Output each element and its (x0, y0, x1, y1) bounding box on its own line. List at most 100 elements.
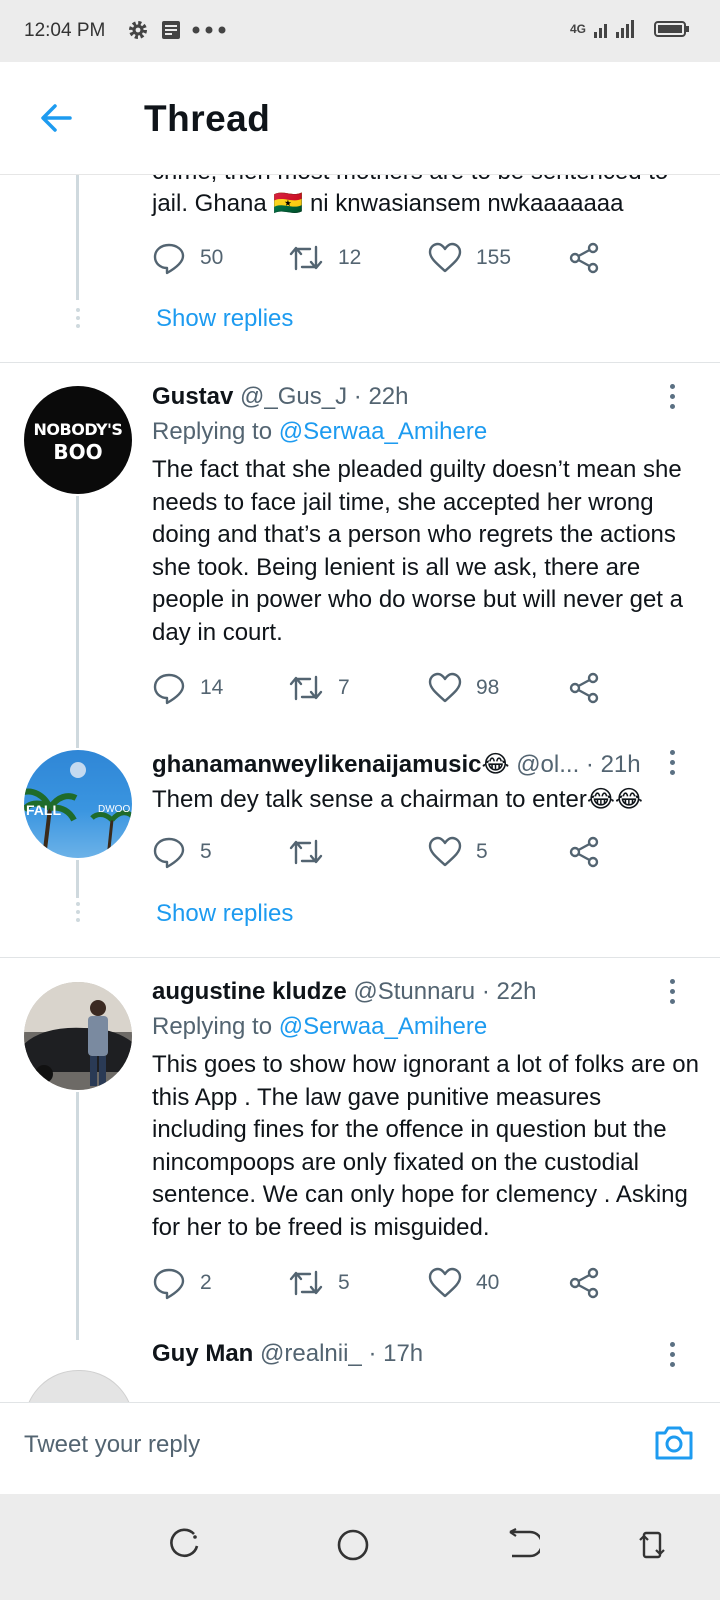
rotate-screen-icon[interactable] (636, 1528, 668, 1562)
divider (0, 957, 720, 958)
settings-icon (129, 21, 147, 39)
replying-to: Replying to @Serwaa_Amihere (152, 418, 487, 446)
user-handle: @realnii_ (260, 1340, 362, 1367)
user-handle: @_Gus_J (240, 383, 348, 410)
share-action[interactable] (568, 238, 600, 278)
reply-icon (153, 673, 185, 705)
status-bar: 12:04 PM 4G (0, 0, 720, 62)
retweet-count: 12 (338, 246, 362, 269)
reply-icon (153, 243, 185, 275)
avatar-text: FALL (26, 802, 61, 818)
share-action[interactable] (568, 668, 600, 708)
display-name[interactable]: Guy Man (152, 1340, 253, 1367)
reply-count: 50 (200, 246, 224, 269)
recent-apps-icon[interactable] (168, 1528, 200, 1560)
page-title: Thread (144, 98, 271, 139)
tweet-time: · 22h (353, 383, 409, 410)
like-action[interactable]: 155 (428, 238, 511, 278)
tweet-time: · 17h (368, 1340, 424, 1367)
camera-icon[interactable] (652, 1421, 696, 1465)
like-action[interactable]: 40 (428, 1263, 499, 1303)
share-icon (569, 672, 599, 704)
reply-action[interactable]: 14 (152, 668, 223, 708)
avatar-text: DWOO (98, 804, 131, 815)
retweet-action[interactable] (288, 832, 338, 872)
home-icon[interactable] (336, 1528, 370, 1562)
replying-handle[interactable]: @Serwaa_Amihere (279, 418, 487, 445)
thread-content[interactable]: crime, then most mothers are to be sente… (0, 174, 720, 1402)
like-action[interactable]: 5 (428, 832, 488, 872)
tweet-time: · 21h (585, 751, 641, 778)
more-notifications-icon (192, 26, 226, 34)
more-options-icon[interactable] (670, 750, 678, 780)
app-bar: Thread (0, 62, 720, 175)
share-action[interactable] (568, 832, 600, 872)
like-count: 155 (476, 246, 512, 269)
tweet-actions: 50 12 155 (152, 238, 632, 278)
retweet-icon (289, 1270, 323, 1296)
share-icon (569, 1267, 599, 1299)
avatar[interactable]: FALL DWOO (24, 750, 132, 858)
retweet-icon (289, 245, 323, 271)
heart-icon (428, 836, 462, 867)
heart-icon (428, 672, 462, 703)
retweet-action[interactable]: 5 (288, 1263, 350, 1303)
reply-icon (153, 837, 185, 869)
display-name[interactable]: augustine kludze (152, 978, 347, 1005)
display-name[interactable]: Gustav (152, 383, 233, 410)
show-replies-link[interactable]: Show replies (156, 900, 293, 928)
person-photo-image (24, 982, 132, 1090)
avatar[interactable] (24, 1370, 134, 1402)
display-name[interactable]: ghanamanweylikenaijamusic😂 (152, 751, 510, 778)
retweet-action[interactable]: 12 (288, 238, 361, 278)
tweet-actions: 2 5 40 (152, 1263, 632, 1303)
retweet-count: 5 (338, 1271, 350, 1294)
reply-count: 2 (200, 1271, 212, 1294)
retweet-icon (289, 675, 323, 701)
like-count: 40 (476, 1271, 500, 1294)
reply-action[interactable]: 50 (152, 238, 223, 278)
more-options-icon[interactable] (670, 979, 678, 1009)
user-handle: @Stunnaru (353, 978, 476, 1005)
reply-count: 14 (200, 676, 224, 699)
tweet-header: augustine kludze @Stunnaru · 22h (152, 978, 537, 1006)
tweet-actions: 14 7 98 (152, 668, 632, 708)
tweet-header: ghanamanweylikenaijamusic😂 @ol... · 21h (152, 750, 641, 779)
replying-to: Replying to @Serwaa_Amihere (152, 1013, 487, 1041)
share-action[interactable] (568, 1263, 600, 1303)
back-nav-icon[interactable] (506, 1528, 540, 1560)
reply-action[interactable]: 5 (152, 832, 212, 872)
avatar-text: NOBODY'S (33, 420, 123, 439)
replying-label: Replying to (152, 1013, 273, 1040)
heart-icon (428, 242, 462, 273)
avatar[interactable]: NOBODY'S BOO (24, 386, 132, 494)
reply-action[interactable]: 2 (152, 1263, 212, 1303)
more-options-icon[interactable] (670, 1342, 678, 1372)
thread-dots (75, 308, 80, 332)
tweet-text: jail. Ghana 🇬🇭 ni knwasiansem nwkaaaaaaa (152, 190, 624, 217)
tweet-text: Them dey talk sense a chairman to enter😂… (152, 786, 643, 813)
tweet-text: The fact that she pleaded guilty doesn’t… (152, 456, 683, 646)
tweet-time: · 22h (481, 978, 537, 1005)
like-count: 98 (476, 676, 500, 699)
divider (0, 362, 720, 363)
more-options-icon[interactable] (670, 384, 678, 414)
tweet-text-clipped: crime, then most mothers are to be sente… (152, 174, 702, 189)
show-replies-link[interactable]: Show replies (156, 305, 293, 333)
reply-composer[interactable]: Tweet your reply (0, 1402, 720, 1495)
news-icon (162, 21, 180, 39)
user-handle: @ol... (516, 751, 580, 778)
retweet-action[interactable]: 7 (288, 668, 350, 708)
reply-input[interactable]: Tweet your reply (24, 1431, 200, 1459)
battery-icon (654, 21, 689, 37)
avatar[interactable] (24, 982, 132, 1090)
tweet-header: Gustav @_Gus_J · 22h (152, 383, 409, 411)
thread-line (76, 1092, 79, 1340)
replying-handle[interactable]: @Serwaa_Amihere (279, 1013, 487, 1040)
replying-label: Replying to (152, 418, 273, 445)
network-type: 4G (569, 22, 586, 36)
like-action[interactable]: 98 (428, 668, 499, 708)
tweet-header: Guy Man @realnii_ · 17h (152, 1340, 423, 1368)
system-nav-bar (0, 1494, 720, 1600)
back-arrow-icon[interactable] (36, 98, 76, 138)
